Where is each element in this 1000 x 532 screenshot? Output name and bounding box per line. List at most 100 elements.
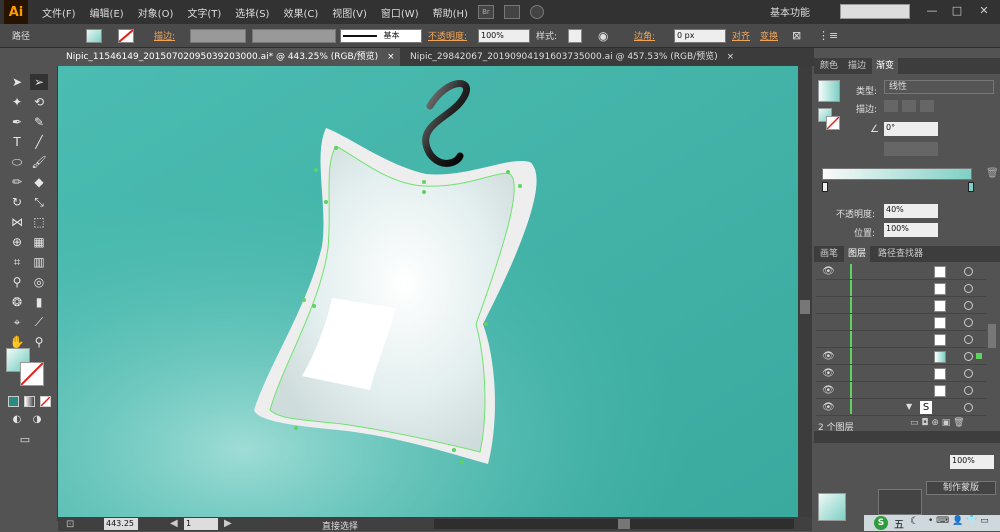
symbol-sprayer-tool-icon[interactable]: ❂ xyxy=(8,294,26,310)
maximize-button[interactable]: □ xyxy=(947,4,967,18)
aspect-ratio-field[interactable] xyxy=(884,142,938,156)
close-button[interactable]: ✕ xyxy=(974,4,994,18)
gradient-position-field[interactable]: 100% xyxy=(884,223,938,237)
expand-triangle-icon[interactable]: ▼ xyxy=(906,402,912,411)
paintbrush-tool-icon[interactable]: 🖌 xyxy=(30,154,48,170)
tab-color[interactable]: 颜色 xyxy=(816,58,842,74)
graphic-style-swatch[interactable] xyxy=(568,29,582,43)
eye-icon[interactable]: 👁 xyxy=(822,402,835,414)
gradient-opacity-field[interactable]: 40% xyxy=(884,204,938,218)
gradient-slider[interactable] xyxy=(822,168,972,180)
target-icon[interactable] xyxy=(964,386,973,395)
arrange-documents-icon[interactable] xyxy=(503,5,520,19)
menu-help[interactable]: 帮助(H) xyxy=(433,5,468,20)
artboard-canvas[interactable] xyxy=(58,66,798,517)
target-icon[interactable] xyxy=(964,335,973,344)
artboard-number-field[interactable]: 1 xyxy=(184,518,218,530)
gradient-mode-icon[interactable] xyxy=(24,396,35,407)
layer-row[interactable] xyxy=(816,281,986,297)
panel-menu-icon[interactable]: ⋮≡ xyxy=(818,29,838,42)
stroke-gradient-option-1[interactable] xyxy=(884,100,898,112)
layer-row[interactable]: 👁 xyxy=(816,366,986,382)
horizontal-scroll-track[interactable] xyxy=(434,519,794,529)
perspective-grid-tool-icon[interactable]: ▦ xyxy=(30,234,48,250)
eyedropper-tool-icon[interactable]: ⚲ xyxy=(8,274,26,290)
zoom-menu-icon[interactable]: ⊡ xyxy=(66,519,74,530)
layer-row[interactable] xyxy=(816,298,986,314)
rotate-tool-icon[interactable]: ↻ xyxy=(8,194,26,210)
previous-artboard-icon[interactable]: ◀ xyxy=(170,518,178,529)
layer-actions-icons[interactable]: ▭ ◘ ⊕ ▣ 🗑 xyxy=(910,418,965,428)
opacity-label[interactable]: 不透明度: xyxy=(428,29,467,42)
target-icon[interactable] xyxy=(964,267,973,276)
transform-link[interactable]: 变换 xyxy=(760,29,778,42)
eye-icon[interactable]: 👁 xyxy=(822,368,835,380)
stroke-gradient-option-2[interactable] xyxy=(902,100,916,112)
screen-mode-icon[interactable]: ▭ xyxy=(16,432,34,448)
tab-brushes[interactable]: 画笔 xyxy=(816,246,842,262)
color-mode-icon[interactable] xyxy=(8,396,19,407)
zoom-field[interactable]: 443.25 xyxy=(104,518,138,530)
target-icon[interactable] xyxy=(964,301,973,310)
pen-tool-icon[interactable]: ✒ xyxy=(8,114,26,130)
layer-row[interactable]: 👁 xyxy=(816,264,986,280)
mesh-tool-icon[interactable]: ⌗ xyxy=(8,254,26,270)
ime-mode-label[interactable]: 五 xyxy=(894,516,904,531)
gradient-stop-right[interactable] xyxy=(968,182,974,192)
vertical-scroll-thumb[interactable] xyxy=(800,300,810,314)
menu-view[interactable]: 视图(V) xyxy=(332,5,367,20)
isolate-icon[interactable]: ⊠ xyxy=(792,29,801,42)
brush-definition[interactable]: 基本 xyxy=(340,29,422,43)
target-icon[interactable] xyxy=(964,403,973,412)
menu-select[interactable]: 选择(S) xyxy=(235,5,269,20)
target-icon[interactable] xyxy=(964,369,973,378)
tab-pathfinder[interactable]: 路径查找器 xyxy=(874,246,927,262)
target-icon[interactable] xyxy=(964,284,973,293)
pencil-tool-icon[interactable]: ✏ xyxy=(8,174,26,190)
opacity-field[interactable]: 100% xyxy=(478,29,530,43)
ellipse-tool-icon[interactable]: ⬭ xyxy=(8,154,26,170)
bridge-button[interactable]: Br xyxy=(477,5,494,19)
delete-stop-icon[interactable]: 🗑 xyxy=(986,168,999,179)
width-tool-icon[interactable]: ⋈ xyxy=(8,214,26,230)
next-artboard-icon[interactable]: ▶ xyxy=(224,518,232,529)
layer-row[interactable]: 👁 xyxy=(816,383,986,399)
fill-swatch[interactable] xyxy=(86,29,102,43)
corner-radius-field[interactable]: 0 px xyxy=(674,29,726,43)
stroke-weight-field[interactable] xyxy=(190,29,246,43)
magic-wand-tool-icon[interactable]: ✦ xyxy=(8,94,26,110)
artboard-tool-icon[interactable]: ⌖ xyxy=(8,314,26,330)
stroke-none-swatch[interactable] xyxy=(118,29,134,43)
layer-row[interactable]: 👁 xyxy=(816,349,986,365)
menu-file[interactable]: 文件(F) xyxy=(42,5,76,20)
slice-tool-icon[interactable]: ⟋ xyxy=(30,314,48,330)
gradient-stop-left[interactable] xyxy=(822,182,828,192)
gradient-thumbnail[interactable] xyxy=(818,80,840,102)
eraser-tool-icon[interactable]: ◆ xyxy=(30,174,48,190)
minimize-button[interactable]: — xyxy=(922,4,942,18)
variable-width-profile[interactable] xyxy=(252,29,336,43)
menu-effect[interactable]: 效果(C) xyxy=(283,5,318,20)
column-graph-tool-icon[interactable]: ▮ xyxy=(30,294,48,310)
lasso-tool-icon[interactable]: ⟲ xyxy=(30,94,48,110)
layer-row[interactable] xyxy=(816,332,986,348)
selection-tool-icon[interactable]: ➤ xyxy=(8,74,26,90)
tab-layers[interactable]: 图层 xyxy=(844,246,871,262)
gradient-type-select[interactable]: 线性 xyxy=(884,80,994,94)
document-tab-1[interactable]: Nipic_11546149_20150702095039203000.ai* … xyxy=(58,48,400,66)
menu-object[interactable]: 对象(O) xyxy=(138,5,174,20)
target-icon[interactable] xyxy=(964,318,973,327)
tab-stroke[interactable]: 描边 xyxy=(844,58,870,74)
none-mode-icon[interactable] xyxy=(40,396,51,407)
help-search-input[interactable] xyxy=(840,4,910,19)
menu-edit[interactable]: 编辑(E) xyxy=(90,5,124,20)
gradient-tool-icon[interactable]: ▥ xyxy=(30,254,48,270)
scale-tool-icon[interactable]: ⤡ xyxy=(30,194,48,210)
eye-icon[interactable]: 👁 xyxy=(822,351,835,363)
tab-gradient[interactable]: 渐变 xyxy=(872,58,899,74)
eye-icon[interactable]: 👁 xyxy=(822,266,835,278)
angle-field[interactable]: 0° xyxy=(884,122,938,136)
layer-row[interactable] xyxy=(816,315,986,331)
menu-type[interactable]: 文字(T) xyxy=(187,5,221,20)
curvature-tool-icon[interactable]: ✎ xyxy=(30,114,48,130)
